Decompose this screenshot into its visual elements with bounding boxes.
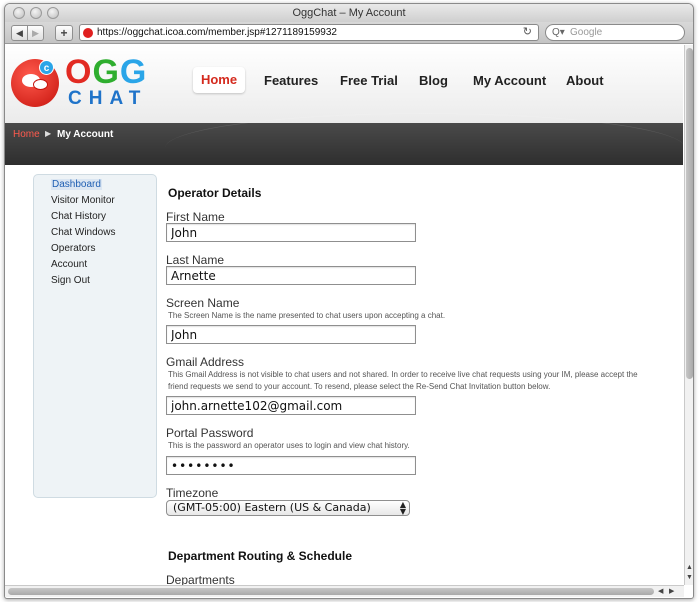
zoom-window-button[interactable] (47, 7, 59, 19)
minimize-window-button[interactable] (30, 7, 42, 19)
last-name-label: Last Name (166, 253, 225, 267)
back-arrow-icon: ◀ (16, 28, 23, 38)
gmail-label: Gmail Address (166, 355, 245, 369)
page-content: c OGG CHAT Home Features Free Trial Blog… (5, 45, 683, 585)
sidebar-item-visitor-monitor[interactable]: Visitor Monitor (51, 195, 115, 206)
browser-window: OggChat – My Account ◀ ▶ + https://oggch… (4, 3, 694, 599)
breadcrumb-separator-icon: ▶ (45, 129, 52, 138)
timezone-select[interactable]: (GMT-05:00) Eastern (US & Canada) ▲ ▼ (166, 500, 410, 516)
scroll-up-arrow-icon[interactable]: ▲ (686, 564, 693, 571)
sidebar-item-chat-windows[interactable]: Chat Windows (51, 227, 115, 238)
last-name-field[interactable] (166, 266, 416, 285)
forward-button[interactable]: ▶ (27, 25, 44, 41)
nav-about[interactable]: About (566, 73, 604, 88)
window-title: OggChat – My Account (292, 7, 406, 19)
sidebar-item-operators[interactable]: Operators (51, 243, 95, 254)
portal-password-help: This is the password an operator uses to… (168, 441, 410, 450)
first-name-field[interactable] (166, 223, 416, 242)
breadcrumb-current: My Account (57, 129, 114, 140)
nav-features[interactable]: Features (264, 73, 318, 88)
breadcrumb: Home ▶ My Account (5, 113, 683, 165)
logo-wordmark[interactable]: OGG (65, 55, 147, 89)
logo-badge: c (39, 60, 54, 75)
back-button[interactable]: ◀ (11, 25, 28, 41)
sidebar-item-sign-out[interactable]: Sign Out (51, 275, 90, 286)
sidebar-item-chat-history[interactable]: Chat History (51, 211, 106, 222)
forward-arrow-icon: ▶ (32, 28, 39, 38)
search-placeholder: Google (570, 27, 603, 38)
timezone-label: Timezone (166, 486, 219, 500)
select-arrows-icon: ▲ ▼ (399, 500, 406, 516)
site-header: c OGG CHAT Home Features Free Trial Blog… (5, 45, 683, 123)
gmail-help: This Gmail Address is not visible to cha… (168, 370, 638, 391)
add-bookmark-button[interactable]: + (55, 25, 73, 41)
address-bar[interactable]: https://oggchat.icoa.com/member.jsp#1271… (79, 24, 539, 41)
scroll-right-arrow-icon[interactable]: ▶ (669, 587, 674, 595)
logo-subtitle: CHAT (68, 88, 148, 109)
timezone-value: (GMT-05:00) Eastern (US & Canada) (173, 501, 371, 514)
screen-name-help: The Screen Name is the name presented to… (168, 311, 446, 320)
breadcrumb-home-link[interactable]: Home (13, 129, 40, 140)
scroll-down-arrow-icon[interactable]: ▼ (686, 574, 693, 581)
close-window-button[interactable] (13, 7, 25, 19)
nav-blog[interactable]: Blog (419, 73, 448, 88)
site-favicon-icon (83, 28, 93, 38)
departments-label: Departments (166, 573, 235, 585)
url-text: https://oggchat.icoa.com/member.jsp#1271… (97, 27, 337, 38)
nav-home[interactable]: Home (193, 67, 245, 93)
portal-password-field[interactable] (166, 456, 416, 475)
vertical-scrollbar[interactable]: ▲ ▼ (684, 45, 693, 585)
browser-toolbar: ◀ ▶ + https://oggchat.icoa.com/member.js… (5, 22, 693, 44)
portal-password-label: Portal Password (166, 426, 254, 440)
nav-my-account[interactable]: My Account (473, 73, 546, 88)
operator-details-heading: Operator Details (168, 186, 262, 200)
screen-name-field[interactable] (166, 325, 416, 344)
department-routing-heading: Department Routing & Schedule (168, 549, 353, 563)
title-bar: OggChat – My Account (5, 4, 693, 22)
sidebar-item-account[interactable]: Account (51, 259, 87, 270)
plus-icon: + (60, 26, 68, 40)
gmail-field[interactable] (166, 396, 416, 415)
vertical-scroll-thumb[interactable] (686, 48, 693, 379)
scroll-left-arrow-icon[interactable]: ◀ (658, 587, 663, 595)
sidebar-item-dashboard[interactable]: Dashboard (51, 179, 102, 190)
search-icon: Q▾ (552, 27, 565, 38)
first-name-label: First Name (166, 210, 225, 224)
nav-free-trial[interactable]: Free Trial (340, 73, 398, 88)
horizontal-scrollbar[interactable]: ◀ ▶ (5, 585, 684, 597)
horizontal-scroll-thumb[interactable] (8, 588, 654, 595)
reload-icon[interactable]: ↻ (523, 25, 532, 40)
screen-name-label: Screen Name (166, 296, 240, 310)
search-field[interactable]: Q▾ Google (545, 24, 685, 41)
account-sidebar: Dashboard Visitor Monitor Chat History C… (33, 174, 157, 498)
